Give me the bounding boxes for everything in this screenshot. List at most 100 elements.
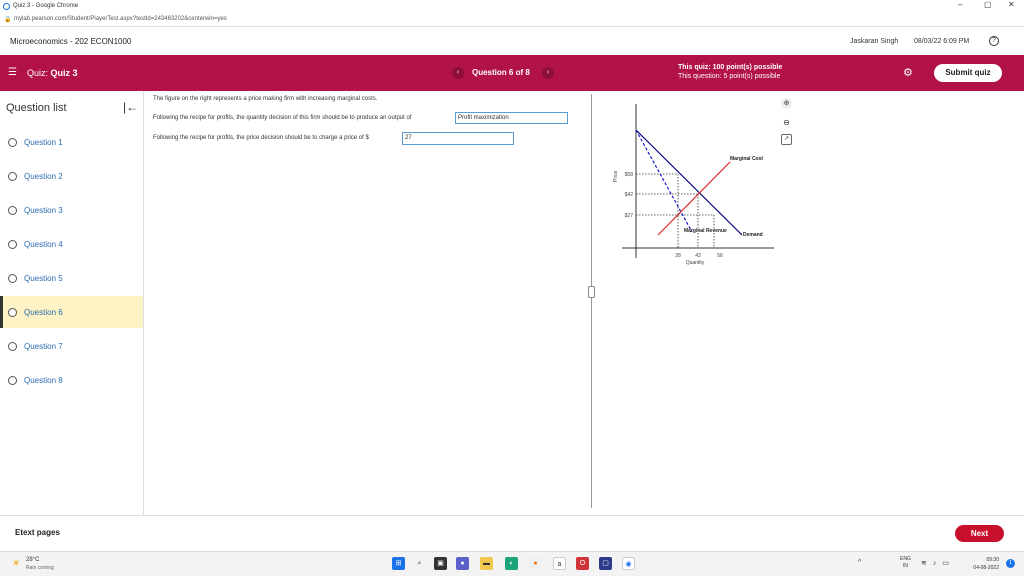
gear-icon[interactable]: ⚙ (903, 66, 913, 79)
question-list-item-7[interactable]: Question 7 (0, 330, 143, 362)
price-answer-field[interactable]: 27 (402, 132, 514, 145)
question-intro: The figure on the right represents a pri… (153, 96, 378, 102)
weather-icon[interactable]: ☀ (12, 558, 20, 569)
clock-time: 09:30 (986, 557, 999, 563)
maximize-button[interactable]: ▢ (984, 0, 992, 9)
search-icon[interactable]: ⌕ (413, 557, 426, 570)
help-icon[interactable]: ? (989, 36, 999, 46)
chat-icon[interactable]: ● (456, 557, 469, 570)
user-name: Jaskaran Singh (850, 38, 899, 45)
submit-quiz-button[interactable]: Submit quiz (934, 64, 1002, 82)
amazon-icon[interactable]: a (553, 557, 566, 570)
task-view-icon[interactable]: ▣ (434, 557, 447, 570)
menu-icon[interactable]: ☰ (8, 67, 17, 78)
x-tick-56: 56 (717, 253, 723, 259)
question-list-item-5[interactable]: Question 5 (0, 262, 143, 294)
etext-pages-link[interactable]: Etext pages (15, 528, 60, 537)
zoom-out-icon[interactable]: ⊖ (781, 117, 792, 128)
firefox-icon[interactable]: ● (529, 557, 542, 570)
popout-icon[interactable]: ↗ (781, 134, 792, 145)
question-list-label: Question 2 (24, 171, 63, 181)
marginal-revenue-label: Marginal Revenue (684, 228, 727, 234)
question-list-label: Question 4 (24, 239, 63, 249)
next-question-button[interactable]: › (542, 67, 554, 79)
radio-icon[interactable] (8, 239, 17, 249)
language-indicator[interactable]: ENG IN (900, 556, 911, 570)
office-icon[interactable]: O (576, 557, 589, 570)
radio-icon[interactable] (8, 375, 17, 385)
start-icon[interactable]: ⊞ (392, 557, 405, 570)
marginal-revenue-curve (635, 129, 693, 233)
taskbar-clock[interactable]: 09:30 04-08-2022 (965, 556, 999, 572)
language-code: ENG (900, 556, 911, 562)
clock-date: 04-08-2022 (973, 565, 999, 571)
question-list-label: Question 1 (24, 137, 63, 147)
question-list-label: Question 5 (24, 273, 63, 283)
y-tick-42: $42 (625, 192, 634, 198)
region-code: IN (902, 563, 908, 569)
question-list-label: Question 7 (24, 341, 63, 351)
demand-label: Demand (743, 232, 763, 238)
quiz-toolbar: ☰ Quiz: Quiz 3 ‹ Question 6 of 8 › This … (0, 55, 1024, 91)
browser-title-bar: Quiz 3 - Google Chrome – ▢ ✕ (0, 0, 1024, 12)
radio-icon[interactable] (8, 273, 17, 283)
system-tray-icons[interactable]: ≋ ♪ ▭ (921, 559, 951, 567)
file-explorer-icon[interactable]: ▬ (480, 557, 493, 570)
question-position[interactable]: Question 6 of 8 (472, 68, 530, 77)
x-axis-label: Quantity (686, 260, 705, 266)
quiz-footer: Etext pages Next (0, 515, 1024, 551)
x-tick-43: 43 (695, 253, 701, 259)
chrome-taskbar-icon[interactable]: ◉ (622, 557, 635, 570)
course-title: Microeconomics - 202 ECON1000 (10, 37, 132, 46)
minimize-button[interactable]: – (958, 0, 962, 9)
monopoly-graph: Price Quantity $58 $42 $27 28 43 56 Marg… (613, 104, 774, 266)
course-header: Microeconomics - 202 ECON1000 Jaskaran S… (0, 26, 1024, 55)
datetime: 08/03/22 6:09 PM (914, 38, 970, 45)
pane-resize-handle[interactable] (588, 286, 595, 298)
guide-lines (636, 173, 715, 248)
marginal-cost-curve (657, 161, 731, 236)
address-bar[interactable]: 🔒 mylab.pearson.com/Student/PlayerTest.a… (0, 12, 1024, 26)
weather-description: Rain coming (26, 565, 54, 571)
question-list-label: Question 6 (24, 307, 63, 317)
question-part-1: Following the recipe for profits, the qu… (153, 115, 412, 121)
window-title: Quiz 3 - Google Chrome (13, 3, 79, 9)
marginal-cost-label: Marginal Cost (730, 156, 763, 162)
x-tick-28: 28 (675, 253, 681, 259)
radio-icon[interactable] (8, 307, 17, 317)
question-list-item-8[interactable]: Question 8 (0, 364, 143, 396)
question-list-item-1[interactable]: Question 1 (0, 126, 143, 158)
question-part-2: Following the recipe for profits, the pr… (153, 135, 369, 141)
next-button[interactable]: Next (955, 525, 1004, 542)
notification-badge[interactable]: 1 (1006, 559, 1015, 568)
demand-curve (635, 129, 743, 236)
close-button[interactable]: ✕ (1008, 0, 1015, 9)
quantity-answer-field[interactable]: Profit maximization (455, 112, 568, 124)
quiz-name: Quiz 3 (50, 68, 78, 78)
question-list-item-4[interactable]: Question 4 (0, 228, 143, 260)
previous-question-button[interactable]: ‹ (452, 67, 464, 79)
weather-temperature: 28°C (26, 557, 40, 563)
tray-overflow-icon[interactable]: ^ (858, 559, 861, 566)
question-list-item-3[interactable]: Question 3 (0, 194, 143, 226)
pane-divider (591, 94, 592, 508)
y-tick-27: $27 (625, 213, 634, 219)
edge-icon[interactable]: ◐ (505, 557, 518, 570)
question-list-label: Question 8 (24, 375, 63, 385)
points-question: This question: 5 point(s) possible (678, 73, 781, 80)
radio-icon[interactable] (8, 137, 17, 147)
y-axis-label: Price (613, 170, 619, 182)
question-list-item-2[interactable]: Question 2 (0, 160, 143, 192)
chrome-icon (3, 2, 10, 10)
question-list-item-6[interactable]: Question 6 (0, 296, 143, 328)
radio-icon[interactable] (8, 341, 17, 351)
collapse-sidebar-icon[interactable]: |← (123, 100, 138, 114)
zoom-in-icon[interactable]: ⊕ (781, 98, 792, 109)
quiz-prefix: Quiz: (27, 68, 51, 78)
radio-icon[interactable] (8, 171, 17, 181)
question-list-sidebar: Question list |← Question 1 Question 2 Q… (0, 91, 144, 515)
tablet-icon[interactable]: ▢ (599, 557, 612, 570)
quiz-title: Quiz: Quiz 3 (27, 68, 78, 78)
radio-icon[interactable] (8, 205, 17, 215)
windows-taskbar: ☀ 28°C Rain coming ⊞ ⌕ ▣ ● ▬ ◐ ● a O ▢ ◉… (0, 551, 1024, 576)
